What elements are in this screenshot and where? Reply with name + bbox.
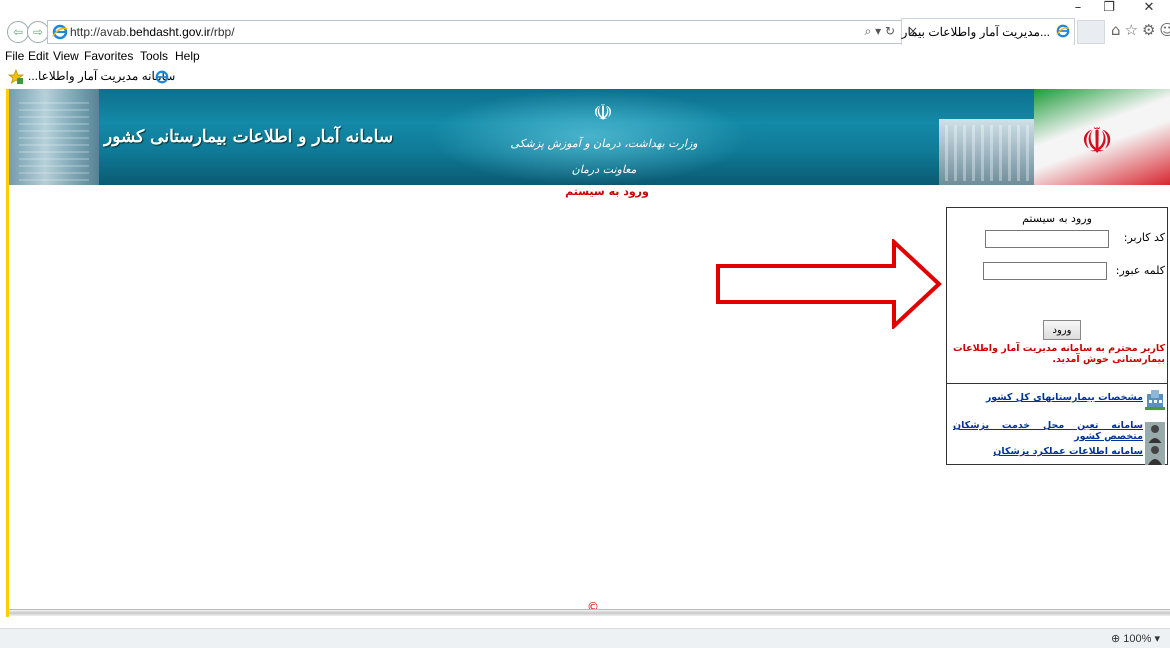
minimize-button[interactable]: – [1063,0,1093,18]
address-bar[interactable]: http://avab.behdasht.gov.ir/rbp/ ⌕ ▾ ↻ [47,20,902,44]
refresh-icon[interactable]: ↻ [885,24,895,38]
link-performance-label[interactable]: سامانه اطلاعات عملکرد پزشکان [953,446,1143,457]
page-viewport: سامانه آمار و اطلاعات بیمارستانی کشور ☫ … [6,89,1170,617]
forward-button[interactable]: ⇨ [27,21,49,43]
user-code-label: کد کاربر: [1123,231,1165,244]
new-tab-button[interactable] [1077,20,1105,44]
password-label: کلمه عبور: [1115,264,1165,277]
link-specialists[interactable]: سامانه تعین محل خدمت پزشکان متخصص کشور [947,418,1167,448]
zoom-icon: ⊕ [1110,633,1121,645]
dropdown-icon[interactable]: ▾ [875,24,881,38]
search-icon[interactable]: ⌕ [865,24,872,38]
ie-icon [155,70,169,84]
ie-icon [1056,24,1070,38]
user-code-input[interactable] [985,230,1109,248]
login-panel: ورود به سیستم کد کاربر: کلمه عبور: ورود … [946,207,1168,465]
back-button[interactable]: ⇦ [7,21,29,43]
menu-file[interactable]: File [5,49,24,63]
login-heading: ورود به سیستم [565,185,649,198]
url-text: http://avab.behdasht.gov.ir/rbp/ [70,25,235,39]
menu-view[interactable]: View [53,49,79,63]
flag-emblem-icon: ☫ [1080,121,1114,162]
restore-button[interactable]: ❐ [1094,0,1124,18]
login-button[interactable]: ورود [1043,320,1081,340]
toolbar-icons[interactable]: ⌂☆⚙☺ [1111,21,1170,39]
menu-bar: File Edit View Favorites Tools Help [0,46,1170,66]
address-row: ⇦ ⇨ http://avab.behdasht.gov.ir/rbp/ ⌕ ▾… [0,18,1170,46]
doctor-icon [1145,422,1165,444]
menu-help[interactable]: Help [175,49,200,63]
zoom-level: 100% [1123,633,1152,645]
link-hospitals[interactable]: مشخصات بیمارستانهای کل کشور [947,388,1167,418]
ie-icon [52,24,68,40]
footer-divider [9,609,1170,616]
menu-edit[interactable]: Edit [28,49,49,63]
zoom-dropdown-icon[interactable]: ▾ [1154,633,1160,645]
banner-building-left [9,89,99,185]
browser-tab[interactable]: × ...مدیریت آمار واطلاعات بیمار [901,18,1075,45]
welcome-message: کاربر محترم به سامانه مدیریت آمار واطلاع… [953,343,1165,365]
site-banner: سامانه آمار و اطلاعات بیمارستانی کشور ☫ … [9,89,1170,185]
close-window-button[interactable]: ✕ [1134,0,1164,18]
link-specialists-label[interactable]: سامانه تعین محل خدمت پزشکان متخصص کشور [953,420,1143,442]
status-bar: ⊕ 100% ▾ [0,628,1170,648]
password-input[interactable] [983,262,1107,280]
favorites-bar: ...سامانه مدیریت آمار واطلاعا [0,66,1170,88]
window-titlebar: – ❐ ✕ [0,0,1170,18]
link-performance[interactable]: سامانه اطلاعات عملکرد پزشکان [947,443,1167,483]
iran-emblem-icon: ☫ [593,101,613,126]
tab-title: ...مدیریت آمار واطلاعات بیمار [901,25,1050,39]
hospital-icon [1145,390,1165,410]
red-arrow-icon [716,239,942,329]
favorites-star-icon[interactable] [8,69,24,85]
site-title: سامانه آمار و اطلاعات بیمارستانی کشور [104,127,394,147]
zoom-control[interactable]: ⊕ 100% ▾ [1111,632,1160,645]
menu-favorites[interactable]: Favorites [84,49,133,63]
doctor-icon [1145,443,1165,465]
panel-divider [947,383,1167,384]
address-tools: ⌕ ▾ ↻ [865,24,895,39]
deputy-name: معاونت درمان [571,163,637,176]
link-hospitals-label[interactable]: مشخصات بیمارستانهای کل کشور [953,392,1143,403]
menu-tools[interactable]: Tools [140,49,168,63]
login-panel-title: ورود به سیستم [1022,212,1092,225]
favorites-item[interactable]: ...سامانه مدیریت آمار واطلاعا [28,69,175,83]
ministry-name: وزارت بهداشت، درمان و آموزش پزشکی [510,137,698,150]
banner-building-right [939,119,1034,185]
